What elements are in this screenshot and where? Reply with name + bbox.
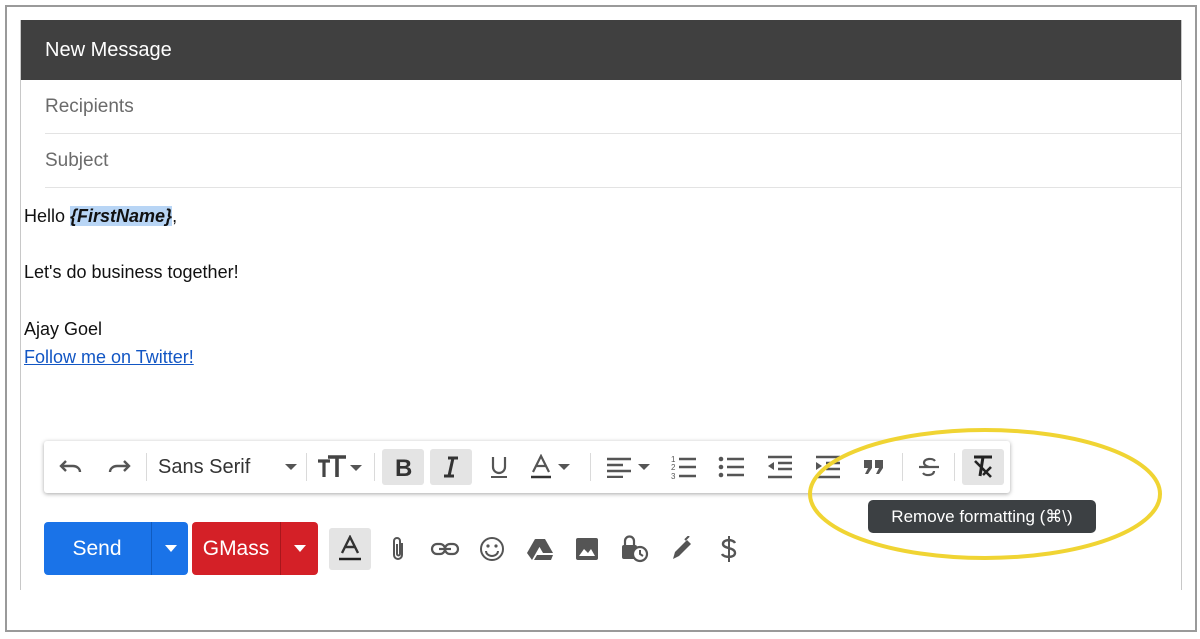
strikethrough-icon[interactable] — [910, 449, 948, 485]
redo-icon[interactable] — [100, 449, 138, 485]
formatting-options-icon[interactable] — [329, 528, 371, 570]
italic-icon[interactable] — [430, 449, 472, 485]
toolbar-divider — [902, 453, 903, 481]
gmass-options-button[interactable] — [280, 522, 319, 575]
chevron-down-icon — [294, 545, 306, 552]
svg-text:B: B — [395, 456, 412, 478]
indent-less-icon[interactable] — [760, 449, 800, 485]
remove-formatting-icon[interactable] — [962, 449, 1004, 485]
underline-icon[interactable] — [478, 449, 520, 485]
bulleted-list-icon[interactable] — [712, 449, 752, 485]
font-family-select[interactable]: Sans Serif — [152, 449, 298, 485]
body-line: Let's do business together! — [24, 262, 239, 282]
toolbar-divider — [146, 453, 147, 481]
dollar-icon[interactable] — [708, 528, 750, 570]
recipients-field[interactable]: Recipients — [45, 80, 1181, 134]
quote-icon[interactable] — [854, 449, 894, 485]
font-family-label: Sans Serif — [158, 455, 251, 478]
chevron-down-icon — [164, 545, 177, 552]
emoji-icon[interactable] — [471, 528, 513, 570]
undo-icon[interactable] — [52, 449, 90, 485]
drive-icon[interactable] — [519, 528, 561, 570]
numbered-list-icon[interactable]: 123 — [664, 449, 704, 485]
bold-icon[interactable]: B — [382, 449, 424, 485]
compose-titlebar[interactable]: New Message — [21, 20, 1181, 80]
text-color-icon[interactable] — [526, 449, 578, 485]
toolbar-divider — [590, 453, 591, 481]
svg-text:2: 2 — [671, 463, 676, 472]
gmass-button[interactable]: GMass — [192, 522, 280, 575]
attach-icon[interactable] — [377, 528, 419, 570]
greeting-prefix: Hello — [24, 206, 71, 226]
remove-formatting-tooltip: Remove formatting (⌘\) — [868, 500, 1096, 533]
photo-icon[interactable] — [566, 528, 608, 570]
merge-tag: {FirstName} — [70, 206, 173, 226]
text-size-icon[interactable] — [312, 449, 368, 485]
indent-more-icon[interactable] — [808, 449, 848, 485]
align-icon[interactable] — [600, 449, 656, 485]
toolbar-divider — [306, 453, 307, 481]
signature-name: Ajay Goel — [24, 319, 103, 339]
link-icon[interactable] — [424, 528, 466, 570]
confidential-mode-icon[interactable] — [613, 528, 655, 570]
subject-placeholder: Subject — [45, 150, 109, 171]
recipients-placeholder: Recipients — [45, 96, 134, 117]
send-options-button[interactable] — [151, 522, 189, 575]
gmass-button-group: GMass — [192, 522, 318, 575]
subject-field[interactable]: Subject — [45, 134, 1181, 188]
compose-title: New Message — [45, 39, 172, 61]
svg-text:3: 3 — [671, 472, 676, 480]
greeting-suffix: , — [172, 206, 178, 226]
signature-icon[interactable] — [661, 528, 703, 570]
greeting-line: Hello {FirstName}, — [24, 206, 177, 227]
toolbar-divider — [954, 453, 955, 481]
toolbar-divider — [374, 453, 375, 481]
formatting-toolbar: Sans Serif B 123 — [44, 441, 1010, 493]
send-button[interactable]: Send — [44, 522, 150, 575]
signature-link[interactable]: Follow me on Twitter! — [24, 347, 194, 368]
send-button-group: Send — [44, 522, 188, 575]
chevron-down-icon — [285, 464, 297, 470]
